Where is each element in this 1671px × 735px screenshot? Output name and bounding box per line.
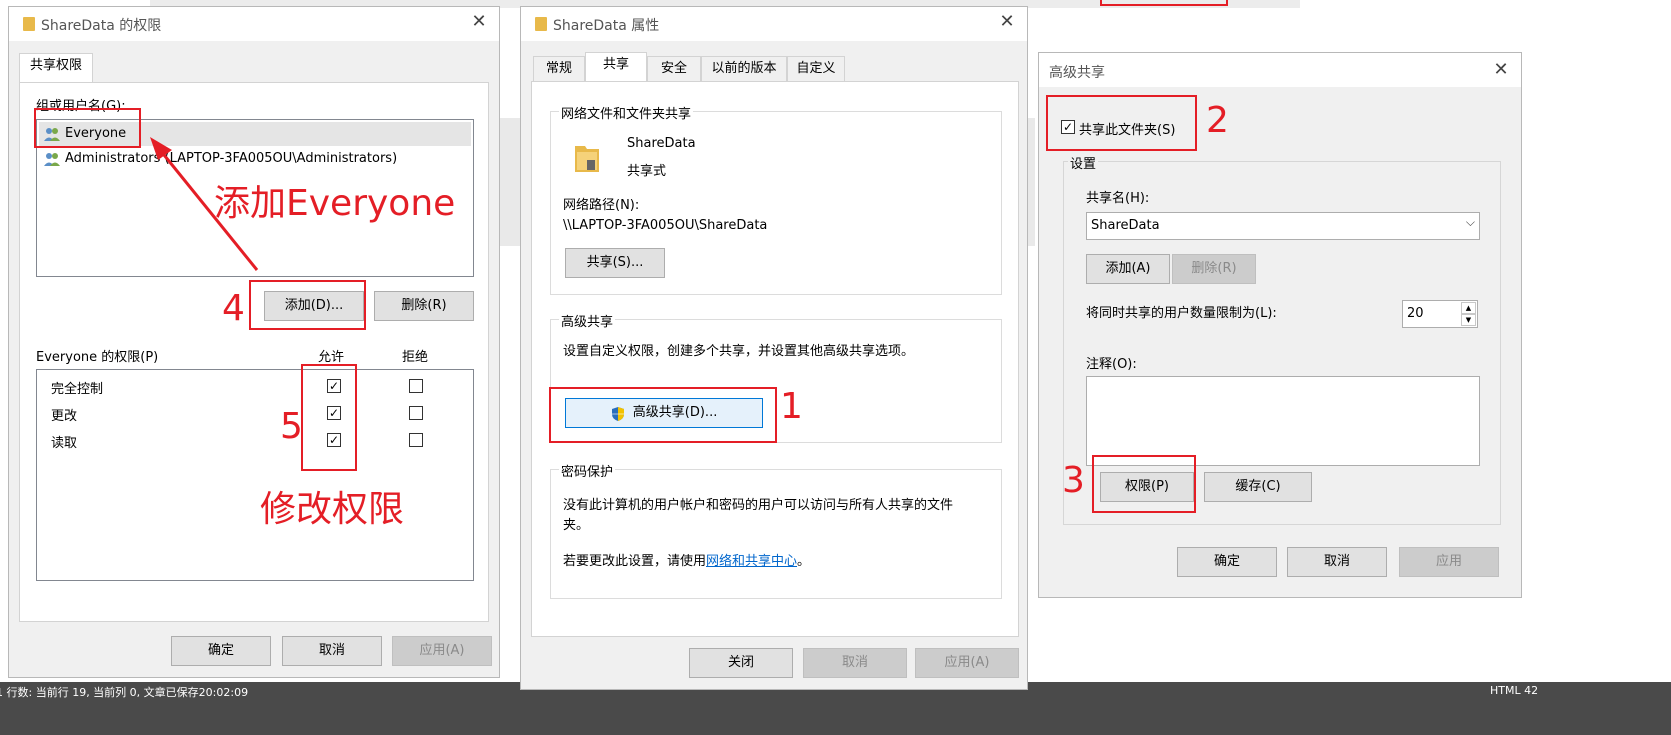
annotation-step-4: 4 bbox=[222, 288, 245, 329]
annotation-modify-permissions: 修改权限 bbox=[260, 489, 405, 530]
annotation-step-3: 3 bbox=[1062, 460, 1085, 501]
annotation-add-everyone: 添加Everyone bbox=[214, 183, 456, 224]
annotation-arrow bbox=[150, 137, 259, 271]
annotation-step-2: 2 bbox=[1206, 100, 1229, 141]
annotation-step-5: 5 bbox=[280, 406, 303, 447]
annotation-step-1: 1 bbox=[780, 386, 803, 427]
